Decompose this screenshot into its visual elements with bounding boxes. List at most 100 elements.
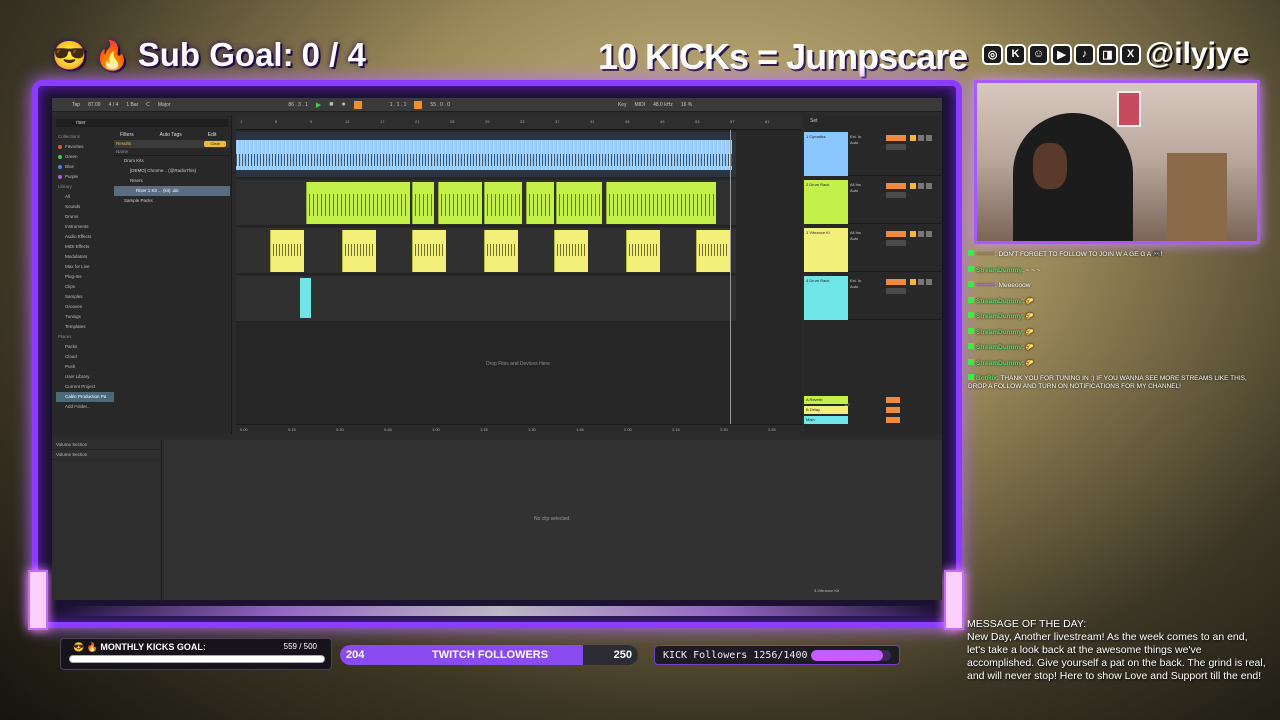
scale-select[interactable]: Major [158, 102, 171, 108]
midi-clip[interactable] [696, 230, 730, 272]
key-map-button[interactable]: Key [618, 102, 627, 108]
places-item[interactable]: Packs [56, 342, 114, 352]
library-item[interactable]: All [56, 192, 114, 202]
return-volume[interactable] [886, 407, 900, 413]
track-lane-cymatics[interactable]: Cymatics - Amber Ruby - 82 BPM C# Min [236, 132, 736, 178]
edit-tags-button[interactable]: Edit [208, 132, 217, 140]
library-item[interactable]: Tunings [56, 312, 114, 322]
return-volume[interactable] [886, 417, 900, 423]
midi-clip[interactable] [412, 182, 434, 224]
track-io[interactable]: All Ins Auto [850, 182, 882, 194]
midi-clip[interactable] [556, 182, 602, 224]
places-item[interactable]: Current Project [56, 382, 114, 392]
chat-username[interactable]: StreamDummy [976, 329, 1022, 336]
midi-clip[interactable] [306, 182, 410, 224]
set-button[interactable]: Set [810, 118, 818, 124]
library-item[interactable]: Plug-Ins [56, 272, 114, 282]
return-volume[interactable] [886, 397, 900, 403]
track-activator-button[interactable] [910, 135, 916, 141]
pan-field[interactable] [886, 144, 906, 150]
audio-clip[interactable] [236, 140, 732, 170]
pan-field[interactable] [886, 288, 906, 294]
chat-username[interactable]: ~~~~~ [976, 251, 995, 258]
library-item[interactable]: Drums [56, 212, 114, 222]
arm-button[interactable] [926, 135, 932, 141]
library-item[interactable]: Sounds [56, 202, 114, 212]
track-io[interactable]: All Ins Auto [850, 230, 882, 242]
library-item[interactable]: Clips [56, 282, 114, 292]
track-lane-drum-rack-2[interactable] [236, 276, 736, 322]
track-activator-button[interactable] [910, 279, 916, 285]
places-item[interactable]: Add Folder... [56, 402, 114, 412]
library-item[interactable]: Samples [56, 292, 114, 302]
loop-switch-icon[interactable] [414, 100, 423, 109]
return-name[interactable]: A Reverb [804, 396, 848, 404]
solo-button[interactable] [918, 231, 924, 237]
browser-search-input[interactable]: riser [56, 119, 228, 127]
library-item[interactable]: Grooves [56, 302, 114, 312]
library-item[interactable]: MIDI Effects [56, 242, 114, 252]
midi-clip[interactable] [438, 182, 482, 224]
midi-clip[interactable] [606, 182, 716, 224]
collection-item[interactable]: Purple [56, 172, 114, 182]
monitor-mode[interactable]: Auto [850, 140, 882, 146]
library-item[interactable]: Audio Effects [56, 232, 114, 242]
time-ruler[interactable]: 0:00 0:15 0:30 0:45 1:00 1:15 1:30 1:45 2:00 2:15… [236, 424, 802, 434]
volume-field[interactable] [886, 279, 906, 285]
collection-item[interactable]: Blue [56, 162, 114, 172]
name-column-header[interactable]: Name [114, 148, 230, 156]
clear-filters-button[interactable]: Clear [204, 141, 226, 147]
chat-username[interactable]: ~~~~~ [976, 282, 995, 289]
chat-username[interactable]: StreamDummy [976, 360, 1022, 367]
result-item[interactable]: Risers [114, 176, 230, 186]
key-select[interactable]: C [146, 102, 150, 108]
monitor-mode[interactable]: Auto [850, 236, 882, 242]
time-signature[interactable]: 4 / 4 [109, 102, 119, 108]
pan-field[interactable] [886, 240, 906, 246]
arm-button[interactable] [926, 231, 932, 237]
result-item[interactable]: Sample Packs [114, 196, 230, 206]
solo-button[interactable] [918, 135, 924, 141]
filters-toggle[interactable]: Filters [120, 132, 134, 140]
solo-button[interactable] [918, 279, 924, 285]
track-activator-button[interactable] [910, 231, 916, 237]
record-icon[interactable]: ● [342, 101, 346, 108]
track-io[interactable]: Ext. In Auto [850, 278, 882, 290]
return-name[interactable]: Main [804, 416, 848, 424]
volume-field[interactable] [886, 183, 906, 189]
midi-clip[interactable] [484, 230, 518, 272]
quantize-select[interactable]: 1 Bar [126, 102, 138, 108]
midi-clip[interactable] [300, 278, 311, 318]
midi-clip[interactable] [270, 230, 304, 272]
auto-tags-toggle[interactable]: Auto Tags [160, 132, 182, 140]
volume-field[interactable] [886, 231, 906, 237]
tempo-field[interactable]: 87.00 [88, 102, 101, 108]
library-item[interactable]: Modulators [56, 252, 114, 262]
track-title[interactable]: 2 Drum Rack [804, 180, 848, 224]
loop-start[interactable]: 1 . 1 . 1 [390, 102, 407, 108]
arm-button[interactable] [926, 183, 932, 189]
chat-username[interactable]: StreamDummy [976, 298, 1022, 305]
midi-map-button[interactable]: MIDI [635, 102, 646, 108]
library-item[interactable]: Max for Live [56, 262, 114, 272]
volume-section-item[interactable]: Volume Section [52, 450, 161, 460]
places-item[interactable]: User Library [56, 372, 114, 382]
result-item[interactable]: Riser 1 Kit ... (kit) .alc [114, 186, 230, 196]
places-item[interactable]: Cable Production Pa [56, 392, 114, 402]
drop-files-hint[interactable]: Drop Files and Devices Here [486, 361, 550, 367]
track-io[interactable]: Ext. In Auto [850, 134, 882, 146]
places-item[interactable]: Push [56, 362, 114, 372]
library-item[interactable]: Instruments [56, 222, 114, 232]
play-icon[interactable]: ▶ [316, 101, 321, 109]
chat-username[interactable]: BotRix [976, 375, 997, 382]
collection-item[interactable]: Green [56, 152, 114, 162]
monitor-mode[interactable]: Auto [850, 284, 882, 290]
track-activator-button[interactable] [910, 183, 916, 189]
track-title[interactable]: 3 Vibrance Ki [804, 228, 848, 272]
tap-button[interactable]: Tap [72, 102, 80, 108]
song-position[interactable]: 86 . 3 . 1 [288, 102, 307, 108]
track-lane-drum-rack[interactable] [236, 180, 736, 226]
places-item[interactable]: Cloud [56, 352, 114, 362]
result-item[interactable]: [DEMO] Chrome... (@RadioThis) [114, 166, 230, 176]
volume-section-item[interactable]: Volume Section [52, 440, 161, 450]
